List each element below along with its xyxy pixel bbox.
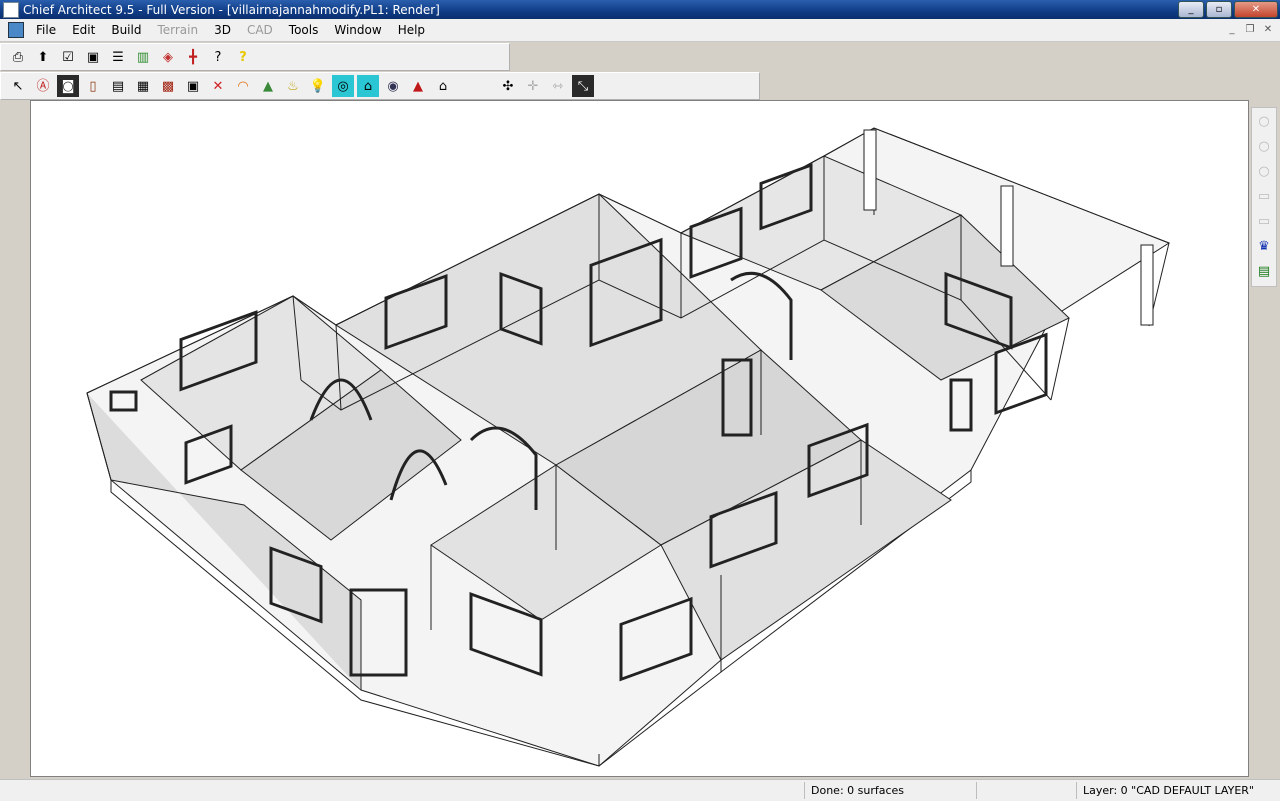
doc-minimize-button[interactable]: _ (1224, 22, 1240, 36)
render-viewport[interactable] (30, 100, 1249, 777)
doc-restore-button[interactable]: ❐ (1242, 22, 1258, 36)
cross-section-icon[interactable]: ✕ (207, 75, 229, 97)
menu-bar: File Edit Build Terrain 3D CAD Tools Win… (0, 19, 1280, 42)
standard-toolbar: ⎙ ⬆ ☑ ▣ ☰ ▥ ◈ ╋ ? ? (0, 43, 510, 71)
document-window-controls: _ ❐ ✕ (1224, 22, 1276, 36)
chess-queen-icon[interactable]: ♛ (1254, 236, 1274, 256)
save-view-icon[interactable]: ▤ (1254, 261, 1274, 281)
select-arrow-icon[interactable]: ↖ (7, 75, 29, 97)
build-toolbar: ↖ Ⓐ ◙ ▯ ▤ ▦ ▩ ▣ ✕ ◠ ▲ ♨ 💡 ◎ ⌂ ◉ ▲ ⌂ ✣ ✛ … (0, 72, 760, 100)
menu-3d[interactable]: 3D (206, 20, 239, 40)
column (1140, 244, 1154, 326)
cabinet-icon[interactable]: ◙ (57, 75, 79, 97)
sun-toggle-icon[interactable]: ◎ (332, 75, 354, 97)
box-icon[interactable]: ▦ (132, 75, 154, 97)
mouse-orbit-icon[interactable]: ⤡ (572, 75, 594, 97)
paint-icon[interactable]: ◈ (157, 46, 179, 68)
walk-disabled-icon[interactable]: ⇿ (547, 75, 569, 97)
title-bar: Chief Architect 9.5 - Full Version - [vi… (0, 0, 1280, 19)
circle-icon[interactable]: ○ (1254, 137, 1274, 157)
rectangle-icon[interactable]: ▭ (1254, 187, 1274, 207)
tripod-icon[interactable]: ✣ (497, 75, 519, 97)
status-message (0, 782, 804, 799)
app-icon[interactable] (3, 1, 19, 18)
menu-tools[interactable]: Tools (281, 20, 327, 40)
view-toolbar: ○ ○ ○ ▭ ▭ ♛ ▤ (1251, 107, 1277, 287)
doc-close-button[interactable]: ✕ (1260, 22, 1276, 36)
lamp-icon[interactable]: ♨ (282, 75, 304, 97)
up-arrow-icon[interactable]: ⬆ (32, 46, 54, 68)
minimize-button[interactable]: _ (1178, 1, 1204, 18)
status-empty (976, 782, 1076, 799)
house-outline-icon[interactable]: ⌂ (432, 75, 454, 97)
library-icon[interactable]: ▥ (132, 46, 154, 68)
help-icon[interactable]: ? (232, 46, 254, 68)
menu-file[interactable]: File (28, 20, 64, 40)
house-view-icon[interactable]: ⌂ (357, 75, 379, 97)
camera-icon[interactable]: ◉ (382, 75, 404, 97)
monitor-icon[interactable]: ▣ (82, 46, 104, 68)
menu-build[interactable]: Build (103, 20, 149, 40)
blocks-icon[interactable]: ▲ (257, 75, 279, 97)
menu-edit[interactable]: Edit (64, 20, 103, 40)
axis-icon[interactable]: ╋ (182, 46, 204, 68)
column (1000, 185, 1014, 267)
move-disabled-icon[interactable]: ✛ (522, 75, 544, 97)
circle-icon[interactable]: ○ (1254, 112, 1274, 132)
house-3d-render (86, 127, 1171, 767)
window-controls: _ ▫ ✕ (1178, 1, 1278, 18)
status-bar: Done: 0 surfaces Layer: 0 "CAD DEFAULT L… (0, 779, 1280, 801)
info-icon[interactable]: ? (207, 46, 229, 68)
door-icon[interactable]: ▯ (82, 75, 104, 97)
menu-cad[interactable]: CAD (239, 20, 281, 40)
checkbox-icon[interactable]: ☑ (57, 46, 79, 68)
menu-window[interactable]: Window (326, 20, 389, 40)
status-layer: Layer: 0 "CAD DEFAULT LAYER" (1076, 782, 1280, 799)
roof-icon[interactable]: ▲ (407, 75, 429, 97)
rainbow-icon[interactable]: ◠ (232, 75, 254, 97)
menu-terrain[interactable]: Terrain (149, 20, 206, 40)
rectangle-icon[interactable]: ▭ (1254, 211, 1274, 231)
status-progress: Done: 0 surfaces (804, 782, 976, 799)
print-icon[interactable]: ⎙ (7, 46, 29, 68)
list-icon[interactable]: ☰ (107, 46, 129, 68)
maximize-button[interactable]: ▫ (1206, 1, 1232, 18)
column (863, 129, 877, 211)
fireplace-icon[interactable]: ▩ (157, 75, 179, 97)
fixture-icon[interactable]: ▣ (182, 75, 204, 97)
menu-help[interactable]: Help (390, 20, 433, 40)
close-button[interactable]: ✕ (1234, 1, 1278, 18)
wall-tool-icon[interactable]: Ⓐ (32, 75, 54, 97)
window-title: Chief Architect 9.5 - Full Version - [vi… (23, 2, 440, 17)
window-tool-icon[interactable]: ▤ (107, 75, 129, 97)
bulb-icon[interactable]: 💡 (307, 75, 329, 97)
circle-icon[interactable]: ○ (1254, 162, 1274, 182)
document-icon[interactable] (8, 22, 24, 38)
